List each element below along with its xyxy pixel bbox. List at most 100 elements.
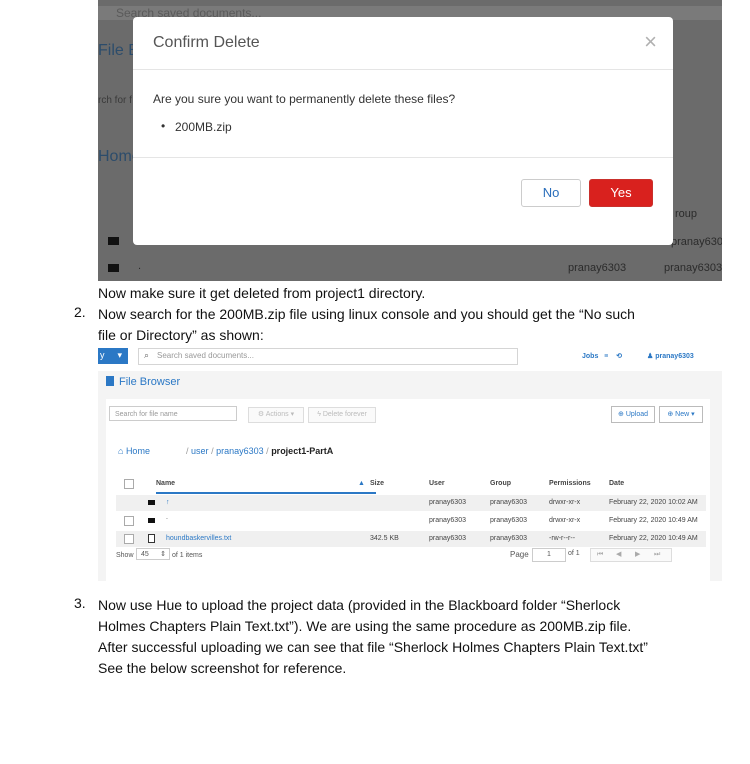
top-navbar: y ▾ ⌕ Search saved documents... Jobs ≡ ⟲… — [98, 343, 722, 371]
file-user: pranay6303 — [429, 535, 466, 542]
file-size: 342.5 KB — [370, 535, 399, 542]
file-search-input[interactable]: Search for file name — [109, 406, 237, 421]
col-size[interactable]: Size — [370, 480, 384, 487]
file-user: pranay6303 — [429, 499, 466, 506]
plus-circle-icon: ⊕ — [667, 411, 676, 418]
file-name[interactable]: houndbaskervilles.txt — [166, 535, 231, 542]
folder-icon — [148, 518, 155, 523]
search-input[interactable]: ⌕ Search saved documents... — [138, 348, 518, 365]
home-icon: ⌂ — [118, 446, 126, 456]
page-size-select[interactable]: 45 ⇕ — [136, 548, 170, 560]
modal-footer-divider — [133, 157, 673, 158]
delete-confirm-screenshot: Search saved documents... File Bro rch f… — [98, 0, 722, 281]
yes-button[interactable]: Yes — [589, 179, 653, 207]
file-browser-panel: Search for file name ⚙ Actions ▾ ϟ Delet… — [106, 399, 710, 581]
file-date: February 22, 2020 10:02 AM — [609, 499, 698, 506]
col-name[interactable]: Name — [156, 480, 175, 487]
next-page-icon[interactable]: ▶ — [635, 549, 640, 561]
sort-asc-icon: ▲ — [358, 480, 365, 487]
folder-icon — [108, 264, 119, 272]
modal-title: Confirm Delete — [153, 34, 260, 51]
instruction-line: After successful uploading we can see th… — [98, 639, 648, 655]
file-perm: -rw-r--r-- — [549, 535, 576, 542]
chevron-updown-icon: ⇕ — [160, 551, 166, 558]
search-icon: ⌕ — [144, 350, 150, 360]
app-selector-label: y — [100, 350, 105, 360]
chevron-down-icon: ▾ — [288, 411, 295, 418]
modal-header: Confirm Delete × — [133, 17, 673, 70]
row-checkbox[interactable] — [124, 534, 134, 544]
items-count: of 1 items — [172, 552, 203, 559]
gear-icon: ⚙ — [257, 411, 266, 418]
bg-search-hint: rch for f — [98, 95, 132, 106]
jobs-link[interactable]: Jobs ≡ ⟲ — [582, 352, 622, 360]
prev-page-icon[interactable]: ◀ — [616, 549, 621, 561]
breadcrumb-user[interactable]: user — [191, 446, 209, 456]
file-group: pranay6303 — [490, 517, 527, 524]
instruction-line: Now make sure it get deleted from projec… — [98, 285, 426, 301]
list-number: 2. — [74, 304, 86, 320]
breadcrumb: / user / pranay6303 / project1-PartA — [186, 446, 333, 456]
col-user[interactable]: User — [429, 480, 445, 487]
username: pranay6303 — [655, 353, 694, 360]
breadcrumb-current: project1-PartA — [271, 446, 334, 456]
confirm-delete-modal: Confirm Delete × Are you sure you want t… — [133, 17, 673, 245]
pager-controls: ⏮ ◀ ▶ ⏭ — [590, 548, 672, 562]
show-label: Show — [116, 552, 134, 559]
new-button[interactable]: ⊕ New ▾ — [659, 406, 703, 423]
list-number: 3. — [74, 595, 86, 611]
history-icon: ⟲ — [610, 353, 622, 360]
delete-forever-button[interactable]: ϟ Delete forever — [308, 407, 376, 423]
table-row[interactable]: . pranay6303 pranay6303 drwxr-xr-x Febru… — [116, 513, 706, 529]
close-icon[interactable]: × — [644, 31, 657, 53]
page-input[interactable]: 1 — [532, 548, 566, 562]
col-group[interactable]: Group — [490, 480, 511, 487]
actions-label: Actions — [265, 411, 289, 418]
instruction-line: Now search for the 200MB.zip file using … — [98, 306, 635, 322]
bg-group-header: roup — [675, 208, 698, 220]
chevron-down-icon: ▾ — [117, 350, 122, 360]
file-user: pranay6303 — [429, 517, 466, 524]
row-checkbox[interactable] — [124, 516, 134, 526]
instruction-line: Holmes Chapters Plain Text.txt”). We are… — [98, 618, 632, 634]
folder-icon — [148, 500, 155, 505]
upload-button[interactable]: ⊕ Upload — [611, 406, 655, 423]
breadcrumb-pranay[interactable]: pranay6303 — [216, 446, 264, 456]
file-name[interactable]: ↑ — [166, 499, 170, 506]
plus-circle-icon: ⊕ — [618, 411, 626, 418]
page-total: of 1 — [568, 550, 580, 557]
table-row[interactable]: ↑ pranay6303 pranay6303 drwxr-xr-x Febru… — [116, 495, 706, 511]
file-name[interactable]: . — [166, 514, 168, 521]
page-label: Page — [510, 550, 529, 559]
file-list-item: 200MB.zip — [161, 119, 232, 134]
file-perm: drwxr-xr-x — [549, 517, 581, 524]
table-row[interactable]: houndbaskervilles.txt 342.5 KB pranay630… — [116, 531, 706, 547]
last-page-icon[interactable]: ⏭ — [654, 549, 660, 561]
search-placeholder: Search saved documents... — [157, 351, 254, 360]
instruction-line: Now use Hue to upload the project data (… — [98, 597, 621, 613]
delete-forever-label: Delete forever — [322, 411, 367, 418]
file-group: pranay6303 — [490, 535, 527, 542]
folder-icon — [108, 237, 119, 245]
app-selector[interactable]: y ▾ — [98, 348, 128, 364]
home-label: Home — [125, 446, 150, 456]
file-icon — [148, 534, 155, 543]
col-permissions[interactable]: Permissions — [549, 480, 591, 487]
upload-label: Upload — [625, 411, 648, 418]
instruction-line: See the below screenshot for reference. — [98, 660, 347, 676]
breadcrumb-sep: / — [211, 446, 214, 456]
actions-button[interactable]: ⚙ Actions ▾ — [248, 407, 304, 423]
file-icon — [106, 376, 114, 386]
file-perm: drwxr-xr-x — [549, 499, 581, 506]
breadcrumb-sep: / — [266, 446, 269, 456]
breadcrumb-sep: / — [186, 446, 189, 456]
file-group: pranay6303 — [490, 499, 527, 506]
first-page-icon[interactable]: ⏮ — [597, 549, 603, 561]
user-menu[interactable]: ♟ pranay6303 — [647, 352, 694, 360]
col-date[interactable]: Date — [609, 480, 624, 487]
user-icon: ♟ — [647, 353, 654, 360]
select-all-checkbox[interactable] — [124, 479, 134, 489]
breadcrumb-home[interactable]: ⌂ Home — [118, 446, 150, 456]
no-button[interactable]: No — [521, 179, 581, 207]
table-header: Name ▲ Size User Group Permissions Date — [116, 477, 706, 494]
